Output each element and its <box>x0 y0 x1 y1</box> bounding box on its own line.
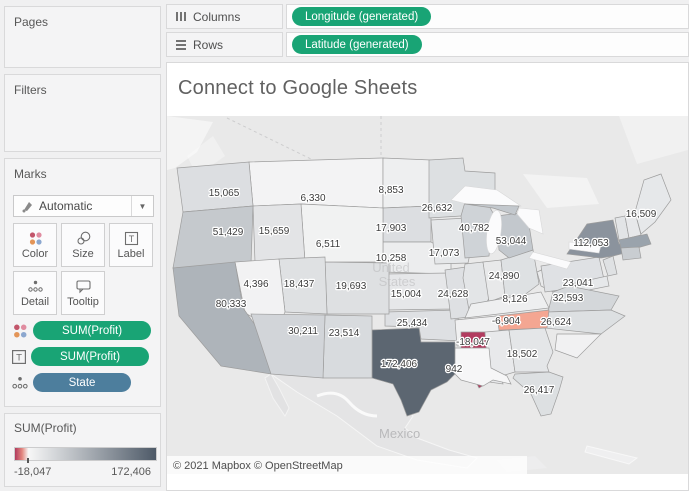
size-circles-icon <box>75 231 92 246</box>
map-attribution: © 2021 Mapbox © OpenStreetMap <box>173 460 343 472</box>
detail-dots-icon <box>11 375 29 391</box>
color-button-label: Color <box>22 248 48 260</box>
marks-pill-state[interactable]: State <box>33 373 131 392</box>
state-value-ut: 18,437 <box>284 279 315 290</box>
state-value-ia: 17,073 <box>429 248 460 259</box>
state-value-sd: 17,903 <box>376 223 407 234</box>
state-nm[interactable] <box>323 315 372 378</box>
state-value-ne: 10,258 <box>376 253 407 264</box>
state-value-az: 30,211 <box>288 326 318 337</box>
color-button[interactable]: Color <box>13 223 57 267</box>
columns-shelf-tray[interactable]: Longitude (generated) <box>286 4 689 29</box>
state-nd[interactable] <box>383 158 431 208</box>
mark-type-dropdown[interactable]: Automatic ▼ <box>13 195 154 217</box>
rows-icon <box>176 40 186 50</box>
color-legend-gradient[interactable] <box>14 447 157 461</box>
legend-zero-tick <box>27 458 29 463</box>
color-dots-icon <box>27 231 44 246</box>
state-value-ca: 80,333 <box>216 299 247 310</box>
state-value-pa: 23,041 <box>563 278 594 289</box>
state-value-wy: 6,511 <box>316 239 341 250</box>
detail-dots-icon <box>27 279 44 294</box>
state-value-nv: 4,396 <box>243 279 268 290</box>
label-button-label: Label <box>118 248 145 260</box>
tooltip-bubble-icon <box>75 279 92 294</box>
state-value-wa: 15,065 <box>209 188 240 199</box>
state-value-la: 942 <box>446 364 463 375</box>
mark-type-value: Automatic <box>39 199 92 213</box>
state-wa[interactable] <box>177 162 253 212</box>
legend-max-value: 172,406 <box>111 466 151 478</box>
pages-shelf[interactable]: Pages <box>4 6 161 68</box>
state-value-mo: 24,628 <box>438 289 469 300</box>
state-value-fl: 26,417 <box>524 385 555 396</box>
state-value-ny: 112,053 <box>573 238 609 249</box>
legend-min-value: -18,047 <box>14 466 51 478</box>
legend-title: SUM(Profit) <box>5 414 160 435</box>
us-profit-map[interactable]: United States Mexico 15,065 6,330 8,853 … <box>167 116 688 474</box>
state-value-wi: 40,782 <box>459 223 490 234</box>
state-value-ky: 8,126 <box>502 294 527 305</box>
us-map-label-line2: States <box>379 274 416 289</box>
svg-text:T: T <box>16 352 22 363</box>
state-value-ok: 25,434 <box>397 318 428 329</box>
state-value-tx: 172,406 <box>381 359 418 370</box>
color-dots-icon <box>11 323 29 339</box>
color-legend-card: SUM(Profit) -18,047 172,406 <box>4 413 161 487</box>
tooltip-button-label: Tooltip <box>67 296 99 308</box>
columns-shelf-text: Columns <box>193 10 240 24</box>
state-value-ks: 15,004 <box>391 289 422 300</box>
rows-shelf-text: Rows <box>193 38 223 52</box>
detail-button[interactable]: Detail <box>13 271 57 315</box>
rows-shelf-tray[interactable]: Latitude (generated) <box>286 32 689 57</box>
state-value-nd: 8,853 <box>378 185 403 196</box>
state-value-me: 16,509 <box>626 209 657 220</box>
pages-title: Pages <box>5 7 160 29</box>
state-value-mn: 26,632 <box>422 203 453 214</box>
mexico-map-label: Mexico <box>379 426 420 441</box>
state-value-id: 15,659 <box>259 226 290 237</box>
state-value-co: 19,693 <box>336 281 367 292</box>
state-value-or: 51,429 <box>213 227 244 238</box>
state-value-mt: 6,330 <box>300 193 325 204</box>
size-button[interactable]: Size <box>61 223 105 267</box>
filters-shelf[interactable]: Filters <box>4 74 161 152</box>
state-value-ga: 18,502 <box>507 349 538 360</box>
columns-shelf-label[interactable]: Columns <box>166 4 283 29</box>
marks-title: Marks <box>5 159 160 181</box>
size-button-label: Size <box>72 248 93 260</box>
filters-title: Filters <box>5 75 160 97</box>
text-label-icon: T <box>11 349 27 365</box>
state-value-nc: 26,624 <box>541 317 572 328</box>
automatic-mark-icon <box>20 199 34 213</box>
state-value-nm: 23,514 <box>329 328 360 339</box>
rows-shelf-label[interactable]: Rows <box>166 32 283 57</box>
marks-pill-sum-profit-label[interactable]: SUM(Profit) <box>31 347 149 366</box>
marks-pill-sum-profit-color[interactable]: SUM(Profit) <box>33 321 151 340</box>
pill-latitude-generated[interactable]: Latitude (generated) <box>292 35 422 54</box>
state-value-va: 32,593 <box>553 293 584 304</box>
state-value-ms: -18,047 <box>456 337 490 348</box>
state-value-tn: -6,904 <box>492 316 521 327</box>
tooltip-button[interactable]: Tooltip <box>61 271 105 315</box>
state-value-mi: 53,044 <box>496 236 527 247</box>
svg-text:T: T <box>128 234 134 244</box>
state-wy[interactable] <box>301 204 383 262</box>
label-button[interactable]: T Label <box>109 223 153 267</box>
detail-button-label: Detail <box>21 296 49 308</box>
pill-longitude-generated[interactable]: Longitude (generated) <box>292 7 431 26</box>
worksheet-canvas: Connect to Google Sheets <box>166 62 689 491</box>
sheet-title: Connect to Google Sheets <box>178 77 688 100</box>
chevron-down-icon[interactable]: ▼ <box>131 196 153 216</box>
text-label-icon: T <box>124 231 139 246</box>
marks-card: Marks Automatic ▼ Color Size T Label <box>4 158 161 407</box>
state-ct[interactable] <box>621 247 641 260</box>
state-value-oh: 24,890 <box>489 271 520 282</box>
columns-icon <box>176 12 186 21</box>
